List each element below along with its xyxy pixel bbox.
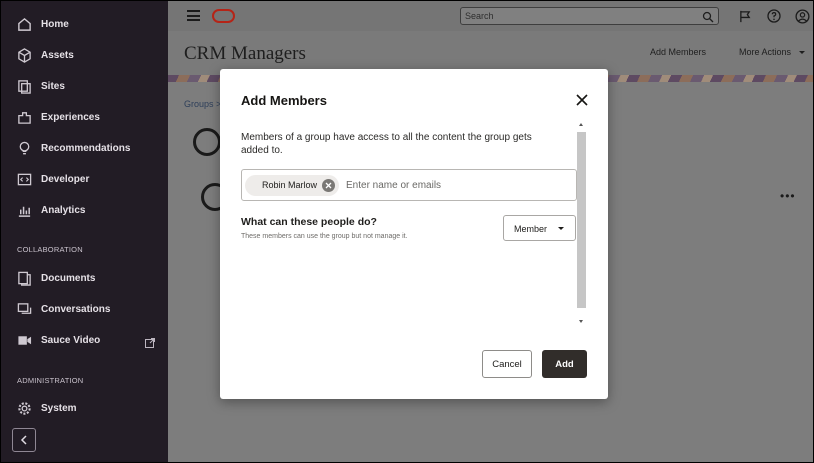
dialog-description: Members of a group have access to all th… bbox=[241, 132, 532, 156]
sidebar-item-sites[interactable]: Sites bbox=[1, 71, 168, 101]
add-members-dialog: Add Members Members of a group have acce… bbox=[220, 69, 608, 399]
sidebar-item-label: Home bbox=[41, 18, 69, 30]
sites-icon bbox=[16, 78, 32, 94]
lightbulb-icon bbox=[16, 140, 32, 156]
user-account-icon[interactable] bbox=[794, 8, 810, 24]
search-icon[interactable] bbox=[702, 10, 714, 23]
sidebar-item-documents[interactable]: Documents bbox=[1, 263, 168, 293]
sidebar-item-label: Experiences bbox=[41, 111, 100, 123]
chevron-left-icon bbox=[20, 435, 27, 445]
app-window: Home Assets Sites Experiences Recommenda… bbox=[0, 0, 814, 463]
search-input[interactable]: Search bbox=[465, 11, 494, 21]
sidebar-item-label: Analytics bbox=[41, 204, 86, 216]
role-select[interactable]: Member bbox=[503, 215, 576, 241]
home-icon bbox=[16, 16, 32, 32]
breadcrumb[interactable]: Groups > bbox=[184, 99, 221, 109]
add-members-link[interactable]: Add Members bbox=[650, 47, 706, 57]
sidebar-item-label: System bbox=[41, 402, 77, 414]
chevron-down-icon bbox=[558, 227, 564, 230]
group-avatar-icon bbox=[193, 128, 221, 156]
sidebar-item-label: Sauce Video bbox=[41, 334, 101, 346]
menu-icon[interactable] bbox=[187, 10, 200, 21]
search-box[interactable]: Search bbox=[460, 7, 719, 25]
role-select-value: Member bbox=[514, 224, 548, 234]
conversations-icon bbox=[16, 301, 32, 317]
add-button[interactable]: Add bbox=[542, 350, 587, 378]
sidebar: Home Assets Sites Experiences Recommenda… bbox=[1, 1, 168, 462]
more-actions-label: More Actions bbox=[739, 47, 792, 57]
member-search-input[interactable] bbox=[346, 176, 556, 194]
code-icon bbox=[16, 171, 32, 187]
puzzle-icon bbox=[16, 109, 32, 125]
remove-member-icon[interactable] bbox=[322, 179, 336, 192]
scroll-up-arrow-icon[interactable] bbox=[579, 123, 583, 126]
role-question-help: These members can use the group but not … bbox=[241, 233, 408, 240]
collaboration-section-label: COLLABORATION bbox=[17, 245, 83, 254]
sidebar-item-label: Developer bbox=[41, 173, 90, 185]
cube-icon bbox=[16, 47, 32, 63]
sidebar-item-analytics[interactable]: Analytics bbox=[1, 195, 168, 225]
sidebar-item-recommendations[interactable]: Recommendations bbox=[1, 133, 168, 163]
chart-icon bbox=[16, 202, 32, 218]
help-icon[interactable] bbox=[766, 8, 782, 24]
more-options-icon[interactable]: ••• bbox=[780, 189, 796, 203]
documents-icon bbox=[16, 270, 32, 286]
chevron-down-icon bbox=[798, 51, 805, 55]
page-title: CRM Managers bbox=[184, 43, 306, 64]
scrollbar-thumb[interactable] bbox=[577, 132, 586, 308]
member-chip: Robin Marlow bbox=[245, 175, 340, 196]
members-field[interactable]: Robin Marlow bbox=[241, 169, 577, 201]
gear-icon bbox=[16, 400, 32, 416]
sidebar-item-label: Assets bbox=[41, 49, 74, 61]
sidebar-item-conversations[interactable]: Conversations bbox=[1, 294, 168, 324]
oracle-logo bbox=[212, 9, 235, 23]
administration-section-label: ADMINISTRATION bbox=[17, 376, 84, 385]
member-chip-label: Robin Marlow bbox=[262, 180, 318, 190]
scroll-down-arrow-icon[interactable] bbox=[579, 320, 583, 323]
sidebar-item-assets[interactable]: Assets bbox=[1, 40, 168, 70]
sidebar-item-label: Sites bbox=[41, 80, 65, 92]
external-link-icon[interactable] bbox=[145, 335, 155, 348]
top-bar: Search bbox=[168, 1, 813, 31]
sidebar-item-home[interactable]: Home bbox=[1, 9, 168, 39]
role-question: What can these people do? bbox=[241, 216, 377, 228]
video-icon bbox=[16, 332, 32, 348]
sidebar-item-developer[interactable]: Developer bbox=[1, 164, 168, 194]
sidebar-item-sauce-video[interactable]: Sauce Video bbox=[1, 325, 168, 355]
cancel-button[interactable]: Cancel bbox=[482, 350, 532, 378]
close-icon[interactable] bbox=[575, 93, 589, 107]
sidebar-item-label: Recommendations bbox=[41, 142, 131, 154]
flag-icon[interactable] bbox=[737, 8, 753, 24]
sidebar-item-experiences[interactable]: Experiences bbox=[1, 102, 168, 132]
more-actions-menu[interactable]: More Actions bbox=[739, 47, 805, 57]
dialog-scrollbar[interactable] bbox=[577, 122, 587, 328]
collapse-sidebar-button[interactable] bbox=[12, 428, 36, 452]
sidebar-item-system[interactable]: System bbox=[1, 393, 168, 423]
dialog-title: Add Members bbox=[241, 93, 327, 108]
sidebar-item-label: Documents bbox=[41, 272, 96, 284]
sidebar-item-label: Conversations bbox=[41, 303, 111, 315]
